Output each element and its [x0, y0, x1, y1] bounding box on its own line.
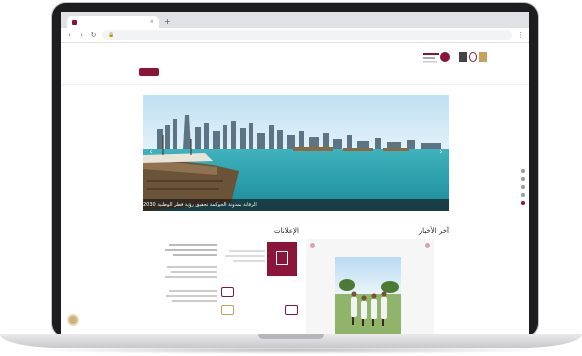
share-icon[interactable]	[521, 201, 525, 205]
text-line	[167, 266, 217, 268]
announcement-thumb	[285, 305, 298, 315]
text-line	[165, 249, 217, 251]
text-line	[229, 250, 265, 252]
news-card[interactable]	[306, 239, 434, 334]
laptop-screen: × + ‹ › ↻ 🔒 ⋮ ‹ › الرقابة بمدونة الحوكمة…	[61, 12, 529, 334]
emblem-icon	[469, 52, 477, 62]
text-line	[165, 276, 217, 278]
lock-icon: 🔒	[108, 32, 115, 38]
share-icon[interactable]	[521, 177, 525, 181]
text-line	[173, 254, 217, 256]
announcement-lines	[163, 241, 217, 302]
announcement-thumb	[221, 305, 234, 315]
share-icon[interactable]	[521, 193, 525, 197]
back-icon[interactable]: ‹	[66, 31, 73, 39]
browser-tab[interactable]: ×	[67, 16, 159, 28]
content-sections: آخر الأخبار الإعلانات	[143, 227, 449, 334]
site-header	[61, 43, 529, 85]
search-button[interactable]	[139, 68, 159, 76]
announcement-lines	[225, 247, 265, 262]
laptop-mockup: × + ‹ › ↻ 🔒 ⋮ ‹ › الرقابة بمدونة الحوكمة…	[0, 0, 582, 356]
hero-caption: الرقابة بمدونة الحوكمة تحقيق رؤية قطر ال…	[143, 199, 449, 211]
laptop-notch	[258, 334, 324, 339]
browser-menu-icon[interactable]: ⋮	[517, 31, 524, 39]
announcement-thumb	[221, 287, 234, 297]
close-tab-icon[interactable]: ×	[150, 19, 154, 25]
reload-icon[interactable]: ↻	[90, 31, 97, 39]
text-line	[171, 271, 217, 273]
share-icon[interactable]	[521, 169, 525, 173]
document-icon	[276, 251, 288, 265]
hero-slider[interactable]: ‹ › الرقابة بمدونة الحوكمة تحقيق رؤية قط…	[143, 95, 449, 211]
web-page: ‹ › الرقابة بمدونة الحوكمة تحقيق رؤية قط…	[61, 43, 529, 334]
news-next-icon[interactable]	[425, 243, 430, 248]
announcements-heading: الإعلانات	[274, 227, 299, 235]
share-icon[interactable]	[521, 185, 525, 189]
browser-toolbar: ‹ › ↻ 🔒 ⋮	[61, 28, 529, 43]
tab-favicon	[72, 19, 77, 25]
announcements-panel: الإعلانات	[163, 227, 299, 334]
quality-emblems	[459, 49, 487, 65]
browser-tab-bar: × +	[61, 12, 529, 28]
site-logo	[423, 52, 450, 63]
accessibility-floating-button[interactable]	[67, 314, 79, 326]
text-line	[166, 295, 217, 297]
address-bar[interactable]: 🔒	[102, 30, 512, 40]
text-line	[169, 290, 217, 292]
news-image	[335, 257, 401, 334]
share-sidebar	[521, 169, 525, 205]
emblem-icon	[459, 52, 467, 62]
text-line	[225, 255, 265, 257]
emblem-icon	[479, 52, 487, 62]
new-tab-icon[interactable]: +	[164, 16, 171, 28]
latest-news-heading: آخر الأخبار	[418, 227, 449, 235]
text-line	[233, 260, 265, 262]
forward-icon[interactable]: ›	[78, 31, 85, 39]
hero-next-icon[interactable]: ›	[437, 147, 445, 157]
hero-prev-icon[interactable]: ‹	[147, 147, 155, 157]
hero-image	[143, 95, 449, 211]
text-line	[172, 300, 217, 302]
text-line	[169, 244, 217, 246]
hero-caption-text: الرقابة بمدونة الحوكمة تحقيق رؤية قطر ال…	[143, 202, 257, 208]
news-prev-icon[interactable]	[310, 243, 315, 248]
announcement-featured-tile[interactable]	[267, 242, 297, 276]
